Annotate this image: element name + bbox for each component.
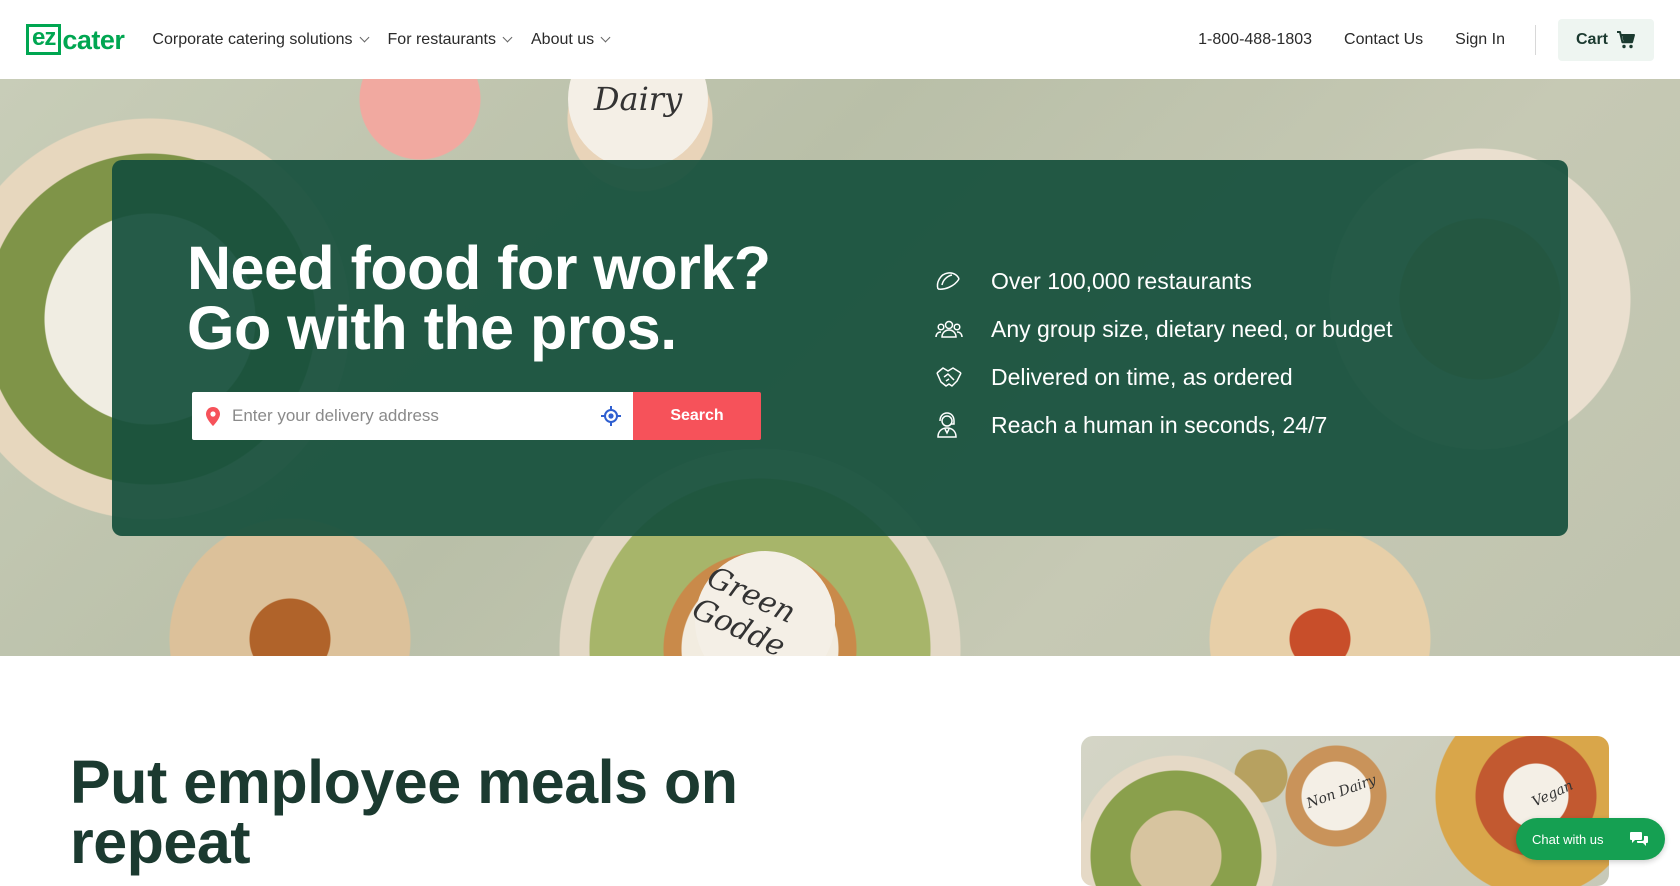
chat-label: Chat with us [1532,831,1604,847]
cart-icon [1617,30,1635,48]
chat-bubbles-icon [1630,832,1648,846]
contact-us-link[interactable]: Contact Us [1344,31,1423,49]
meals-photo: Non Dairy Vegan [1081,736,1609,886]
hero-headline-line1: Need food for work? [187,234,771,302]
main-nav: Corporate catering solutions For restaur… [152,30,611,49]
feature-text: Reach a human in seconds, 24/7 [991,411,1328,438]
nav-corporate-catering[interactable]: Corporate catering solutions [152,30,369,49]
nav-for-restaurants[interactable]: For restaurants [387,30,513,49]
feature-text: Any group size, dietary need, or budget [991,315,1393,342]
section-title-line1: Put employee meals on [70,748,738,816]
chevron-down-icon [359,32,369,43]
hero-section: Dairy Green Godde Need food for work? Go… [0,79,1680,656]
support-agent-icon [937,412,957,438]
feature-item: Any group size, dietary need, or budget [935,305,1392,353]
feature-item: Reach a human in seconds, 24/7 [935,401,1392,449]
nav-about-us-label: About us [531,30,595,48]
feature-text: Delivered on time, as ordered [991,363,1293,390]
locate-me-icon[interactable] [601,406,621,426]
hero-image-label-green: Green Godde [671,527,859,656]
feature-item: Delivered on time, as ordered [935,353,1392,401]
nav-about-us[interactable]: About us [531,30,611,49]
hero-headline: Need food for work? Go with the pros. [187,234,771,362]
phone-link[interactable]: 1-800-488-1803 [1198,31,1312,49]
header-divider [1534,24,1536,55]
hero-card: Need food for work? Go with the pros. En… [112,160,1568,536]
map-pin-icon [206,406,220,426]
hero-headline-line2: Go with the pros. [187,294,677,362]
feature-list: Over 100,000 restaurants Any group size,… [935,257,1392,449]
chevron-down-icon [600,32,611,43]
logo-cater: cater [62,24,125,55]
address-field-wrapper [192,392,633,440]
nav-corporate-catering-label: Corporate catering solutions [152,30,353,48]
taco-icon [936,272,960,290]
address-search: Search [192,392,761,440]
hero-image-label-dairy: Dairy [568,79,708,169]
photo-label-vegan: Vegan [1529,777,1576,811]
nav-for-restaurants-label: For restaurants [387,30,496,48]
sign-in-link[interactable]: Sign In [1455,31,1505,49]
search-button[interactable]: Search [633,392,761,440]
header-actions: 1-800-488-1803 Contact Us Sign In Cart [1198,18,1654,61]
logo-ez: ez [26,24,62,55]
feature-text: Over 100,000 restaurants [991,267,1252,294]
group-icon [935,320,963,338]
photo-label-non-dairy: Non Dairy [1304,772,1379,812]
delivery-address-input[interactable] [232,406,601,426]
chat-with-us-button[interactable]: Chat with us [1516,818,1665,860]
cart-button[interactable]: Cart [1557,18,1654,61]
section-title-line2: repeat [70,808,251,876]
section-title: Put employee meals on repeat [70,748,738,876]
site-header: ez cater Corporate catering solutions Fo… [0,0,1680,79]
cart-label: Cart [1575,30,1608,48]
handshake-icon [936,367,962,387]
chevron-down-icon [502,32,513,43]
feature-item: Over 100,000 restaurants [935,257,1392,305]
ezcater-logo[interactable]: ez cater [26,24,125,56]
